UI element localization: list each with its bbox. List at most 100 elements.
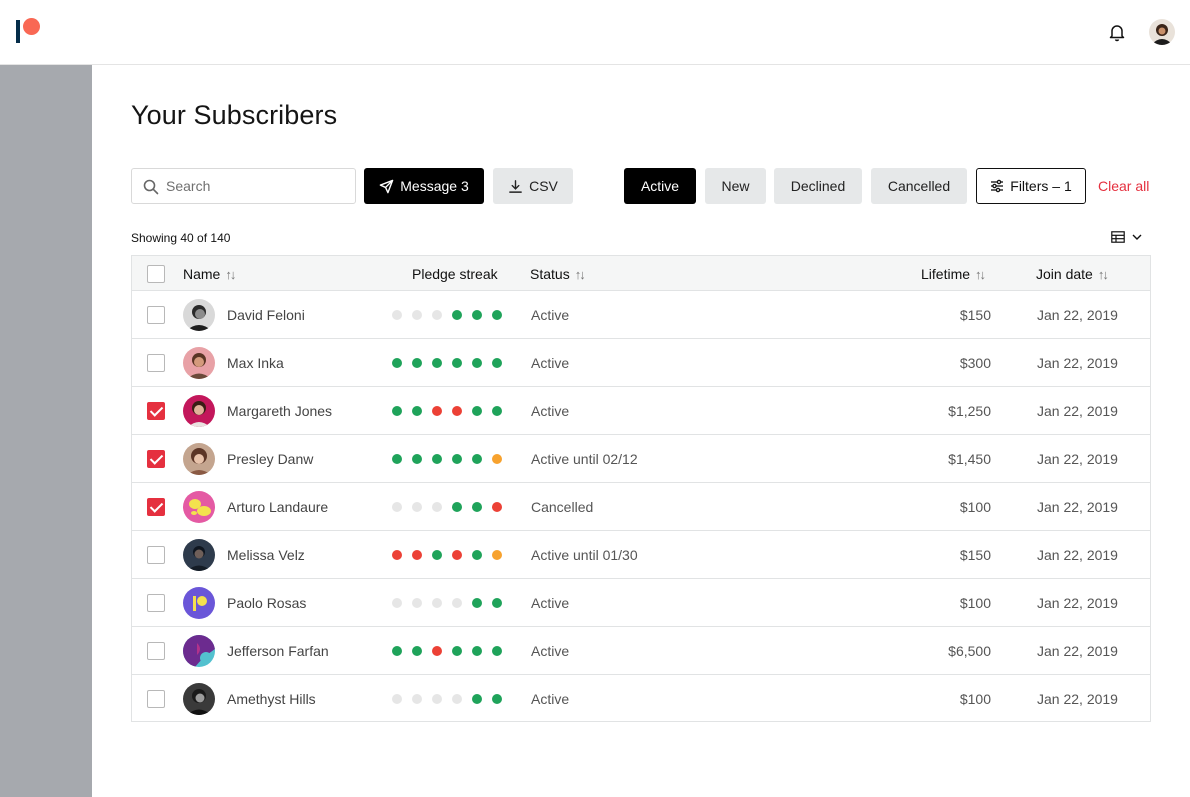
- search-input[interactable]: [166, 169, 352, 203]
- join-date: Jan 22, 2019: [1037, 691, 1118, 707]
- tab-cancelled[interactable]: Cancelled: [871, 168, 967, 204]
- streak-dot: [452, 646, 462, 656]
- subscriber-name[interactable]: Melissa Velz: [227, 547, 305, 563]
- search-box[interactable]: [131, 168, 356, 204]
- pledge-streak: [392, 358, 512, 368]
- table-row[interactable]: Margareth Jones Active $1,250 Jan 22, 2019: [132, 387, 1150, 435]
- streak-dot: [392, 694, 402, 704]
- tab-declined[interactable]: Declined: [774, 168, 862, 204]
- subscriber-name[interactable]: Jefferson Farfan: [227, 643, 329, 659]
- lifetime-amount: $100: [959, 595, 991, 611]
- chevron-down-icon: [1132, 234, 1142, 240]
- avatar[interactable]: [183, 347, 215, 379]
- streak-dot: [472, 358, 482, 368]
- streak-dot: [472, 694, 482, 704]
- table-row[interactable]: Max Inka Active $300 Jan 22, 2019: [132, 339, 1150, 387]
- subscriber-name[interactable]: Paolo Rosas: [227, 595, 306, 611]
- column-header-lifetime[interactable]: Lifetime ↑↓: [921, 266, 986, 282]
- subscriber-status: Active: [531, 595, 570, 611]
- row-checkbox[interactable]: [147, 546, 165, 564]
- clear-all-link[interactable]: Clear all: [1098, 178, 1149, 194]
- streak-dot: [392, 550, 402, 560]
- streak-dot: [412, 694, 422, 704]
- subscriber-status: Active until 01/30: [531, 547, 638, 563]
- table-row[interactable]: Arturo Landaure Cancelled $100 Jan 22, 2019: [132, 483, 1150, 531]
- streak-dot: [412, 550, 422, 560]
- row-checkbox[interactable]: [147, 306, 165, 324]
- tab-active[interactable]: Active: [624, 168, 696, 204]
- avatar[interactable]: [183, 587, 215, 619]
- patreon-logo[interactable]: [16, 18, 42, 44]
- avatar[interactable]: [183, 299, 215, 331]
- subscriber-name[interactable]: Margareth Jones: [227, 403, 332, 419]
- table-row[interactable]: Jefferson Farfan Active $6,500 Jan 22, 2019: [132, 627, 1150, 675]
- row-checkbox[interactable]: [147, 450, 165, 468]
- table-row[interactable]: Paolo Rosas Active $100 Jan 22, 2019: [132, 579, 1150, 627]
- column-lifetime-label: Lifetime: [921, 266, 971, 282]
- view-toggle[interactable]: [1111, 230, 1145, 244]
- message-button[interactable]: Message 3: [364, 168, 484, 204]
- lifetime-amount: $150: [959, 307, 991, 323]
- join-date: Jan 22, 2019: [1037, 403, 1118, 419]
- streak-dot: [452, 694, 462, 704]
- column-header-join-date[interactable]: Join date ↑↓: [1036, 266, 1109, 282]
- pledge-streak: [392, 310, 512, 320]
- row-checkbox[interactable]: [147, 690, 165, 708]
- avatar[interactable]: [183, 395, 215, 427]
- subscriber-status: Active: [531, 643, 570, 659]
- table-row[interactable]: Presley Danw Active until 02/12 $1,450 Jan …: [132, 435, 1150, 483]
- lifetime-amount: $100: [959, 691, 991, 707]
- column-header-name[interactable]: Name ↑↓: [183, 266, 236, 282]
- subscriber-name[interactable]: Amethyst Hills: [227, 691, 316, 707]
- sort-icon[interactable]: ↑↓: [575, 267, 586, 282]
- avatar[interactable]: [183, 635, 215, 667]
- sliders-icon: [991, 179, 1004, 193]
- table-row[interactable]: David Feloni Active $150 Jan 22, 2019: [132, 291, 1150, 339]
- subscriber-name[interactable]: David Feloni: [227, 307, 305, 323]
- avatar[interactable]: [183, 491, 215, 523]
- streak-dot: [412, 502, 422, 512]
- row-checkbox[interactable]: [147, 498, 165, 516]
- row-checkbox[interactable]: [147, 402, 165, 420]
- tab-new[interactable]: New: [705, 168, 766, 204]
- table-row[interactable]: Amethyst Hills Active $100 Jan 22, 2019: [132, 675, 1150, 723]
- column-header-status[interactable]: Status ↑↓: [530, 266, 586, 282]
- row-checkbox[interactable]: [147, 594, 165, 612]
- sort-icon[interactable]: ↑↓: [1098, 267, 1109, 282]
- pledge-streak: [392, 502, 512, 512]
- lifetime-amount: $1,450: [948, 451, 991, 467]
- subscriber-name[interactable]: Arturo Landaure: [227, 499, 328, 515]
- streak-dot: [472, 454, 482, 464]
- subscriber-name[interactable]: Presley Danw: [227, 451, 313, 467]
- avatar[interactable]: [183, 443, 215, 475]
- pledge-streak: [392, 406, 512, 416]
- row-checkbox[interactable]: [147, 642, 165, 660]
- avatar[interactable]: [183, 539, 215, 571]
- pledge-streak: [392, 598, 512, 608]
- column-header-pledge-streak: Pledge streak: [412, 266, 498, 282]
- streak-dot: [412, 646, 422, 656]
- streak-dot: [392, 310, 402, 320]
- subscriber-status: Active: [531, 403, 570, 419]
- user-avatar[interactable]: [1149, 19, 1175, 45]
- csv-button[interactable]: CSV: [493, 168, 573, 204]
- streak-dot: [492, 406, 502, 416]
- streak-dot: [392, 454, 402, 464]
- streak-dot: [452, 598, 462, 608]
- bell-icon[interactable]: [1106, 21, 1128, 43]
- row-checkbox[interactable]: [147, 354, 165, 372]
- subscriber-name[interactable]: Max Inka: [227, 355, 284, 371]
- filters-button[interactable]: Filters – 1: [976, 168, 1086, 204]
- tab-active-label: Active: [640, 178, 680, 194]
- sort-icon[interactable]: ↑↓: [225, 267, 236, 282]
- streak-dot: [432, 310, 442, 320]
- join-date: Jan 22, 2019: [1037, 355, 1118, 371]
- select-all-checkbox[interactable]: [147, 265, 165, 283]
- table-row[interactable]: Melissa Velz Active until 01/30 $150 Jan 22…: [132, 531, 1150, 579]
- sort-icon[interactable]: ↑↓: [975, 267, 986, 282]
- streak-dot: [432, 646, 442, 656]
- avatar[interactable]: [183, 683, 215, 715]
- streak-dot: [432, 694, 442, 704]
- table-header: Name ↑↓ Pledge streak Status ↑↓ Lifetime…: [132, 256, 1150, 291]
- filters-button-label: Filters – 1: [1010, 178, 1072, 194]
